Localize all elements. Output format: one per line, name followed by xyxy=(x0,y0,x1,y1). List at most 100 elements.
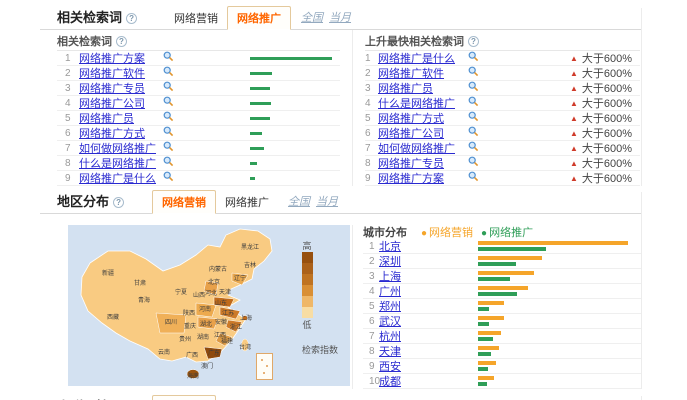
search-icon[interactable] xyxy=(468,51,479,62)
tab-wangluo-tuiguang[interactable]: 网络推广 xyxy=(216,191,278,213)
search-icon[interactable] xyxy=(163,171,174,182)
scope-period-link[interactable]: 当月 xyxy=(329,12,351,24)
province-label[interactable]: 河南 xyxy=(199,305,211,313)
city-link-anchor[interactable]: 西安 xyxy=(379,361,401,373)
province-label[interactable]: 云南 xyxy=(158,348,170,356)
search-icon[interactable] xyxy=(468,111,479,122)
city-link-anchor[interactable]: 成都 xyxy=(379,376,401,388)
province-label[interactable]: 湖北 xyxy=(200,320,212,328)
province-label[interactable]: 重庆 xyxy=(184,322,196,330)
keyword-link-anchor[interactable]: 什么是网络推广 xyxy=(79,158,156,170)
search-icon[interactable] xyxy=(163,51,174,62)
province-label[interactable]: 新疆 xyxy=(102,269,114,277)
province-label[interactable]: 贵州 xyxy=(179,335,191,343)
province-label[interactable]: 海南 xyxy=(187,372,199,380)
province-label[interactable]: 陕西 xyxy=(183,309,195,317)
province-label[interactable]: 内蒙古 xyxy=(209,265,227,273)
keyword-link-anchor[interactable]: 网络推广软件 xyxy=(79,68,145,80)
province-label[interactable]: 广西 xyxy=(186,351,198,359)
province-label[interactable]: 山西 xyxy=(193,291,205,299)
province-label[interactable]: 台湾 xyxy=(239,343,251,351)
search-icon[interactable] xyxy=(468,126,479,137)
province-label[interactable]: 湖南 xyxy=(197,333,209,341)
city-link-anchor[interactable]: 武汉 xyxy=(379,316,401,328)
province-label[interactable]: 广东 xyxy=(208,349,220,357)
province-label[interactable]: 北京 xyxy=(208,278,220,286)
keyword-link-anchor[interactable]: 网络推广是什么 xyxy=(79,173,156,185)
change-value: 大于600% xyxy=(581,53,633,65)
province-label[interactable]: 西藏 xyxy=(107,313,119,321)
arrow-up-icon: ▲ xyxy=(570,83,578,93)
city-link-anchor[interactable]: 广州 xyxy=(379,286,401,298)
section-title: 人群属性? xyxy=(40,396,124,400)
search-icon[interactable] xyxy=(468,156,479,167)
province-label[interactable]: 上海 xyxy=(240,314,252,322)
city-link-anchor[interactable]: 深圳 xyxy=(379,256,401,268)
search-icon[interactable] xyxy=(468,96,479,107)
city-link-anchor[interactable]: 天津 xyxy=(379,346,401,358)
province-label[interactable]: 浙江 xyxy=(230,323,242,331)
keyword-link-anchor[interactable]: 什么是网络推广 xyxy=(378,98,455,110)
search-icon[interactable] xyxy=(163,66,174,77)
help-icon[interactable]: ? xyxy=(126,13,138,24)
keyword-link-anchor[interactable]: 网络推广公司 xyxy=(378,128,444,140)
province-label[interactable]: 吉林 xyxy=(244,261,256,269)
scope-links: 全国 当月 xyxy=(288,193,344,213)
keyword-link-anchor[interactable]: 网络推广方案 xyxy=(378,173,444,185)
tab-wangluo-yingxiao[interactable]: 网络营销 xyxy=(165,7,227,29)
search-icon[interactable] xyxy=(468,66,479,77)
tab-wangluo-tuiguang[interactable]: 网络推广 xyxy=(227,6,292,30)
keyword-link-anchor[interactable]: 网络推广员 xyxy=(79,113,134,125)
search-icon[interactable] xyxy=(468,171,479,182)
search-icon[interactable] xyxy=(468,81,479,92)
city-link-anchor[interactable]: 上海 xyxy=(379,271,401,283)
search-icon[interactable] xyxy=(163,96,174,107)
keyword-link-anchor[interactable]: 网络推广专员 xyxy=(79,83,145,95)
province-label[interactable]: 河北 xyxy=(205,289,217,297)
province-label[interactable]: 山东 xyxy=(215,299,227,307)
province-label[interactable]: 辽宁 xyxy=(234,274,246,282)
province-label[interactable]: 江苏 xyxy=(222,309,234,317)
scope-region-link[interactable]: 全国 xyxy=(288,196,310,208)
province-label[interactable]: 天津 xyxy=(219,289,231,296)
province-label[interactable]: 宁夏 xyxy=(175,288,187,296)
keyword-link-anchor[interactable]: 网络推广软件 xyxy=(378,68,444,80)
city-link-anchor[interactable]: 郑州 xyxy=(379,301,401,313)
province-label[interactable]: 黑龙江 xyxy=(241,243,259,251)
china-map[interactable]: 黑龙江 吉林 辽宁 内蒙古 北京 天津 河北 山西 山东 江苏 上海 安徽 浙江… xyxy=(68,225,350,386)
help-icon[interactable]: ? xyxy=(113,197,125,208)
help-icon[interactable]: ? xyxy=(116,36,127,47)
index-bar xyxy=(250,101,271,105)
tab-wangluo-tuiguang[interactable]: 网络推广 xyxy=(216,396,278,400)
province-label[interactable]: 江西 xyxy=(214,332,226,339)
search-icon[interactable] xyxy=(163,141,174,152)
keyword-link-anchor[interactable]: 网络推广方案 xyxy=(79,53,145,65)
tab-wangluo-yingxiao[interactable]: 网络营销 xyxy=(152,395,217,400)
search-icon[interactable] xyxy=(468,141,479,152)
search-icon[interactable] xyxy=(163,126,174,137)
promotion-bar xyxy=(478,352,491,356)
city-link-anchor[interactable]: 北京 xyxy=(379,241,401,253)
dot-icon: ● xyxy=(481,228,488,239)
keyword-link-anchor[interactable]: 网络推广公司 xyxy=(79,98,145,110)
keyword-link-anchor[interactable]: 网络推广专员 xyxy=(378,158,444,170)
province-label[interactable]: 澳门 xyxy=(201,362,213,370)
tab-wangluo-yingxiao[interactable]: 网络营销 xyxy=(152,190,217,214)
keyword-link-anchor[interactable]: 如何做网络推广 xyxy=(378,143,455,155)
keyword-link-anchor[interactable]: 网络推广方式 xyxy=(79,128,145,140)
province-label[interactable]: 安徽 xyxy=(215,318,227,326)
search-icon[interactable] xyxy=(163,156,174,167)
keyword-link-anchor[interactable]: 网络推广是什么 xyxy=(378,53,455,65)
province-label[interactable]: 青海 xyxy=(138,296,150,304)
city-link-anchor[interactable]: 杭州 xyxy=(379,331,401,343)
help-icon[interactable]: ? xyxy=(468,36,479,47)
search-icon[interactable] xyxy=(163,111,174,122)
scope-period-link[interactable]: 当月 xyxy=(316,196,338,208)
scope-region-link[interactable]: 全国 xyxy=(301,12,323,24)
province-label[interactable]: 甘肃 xyxy=(134,279,146,287)
keyword-link-anchor[interactable]: 网络推广方式 xyxy=(378,113,444,125)
province-label[interactable]: 四川 xyxy=(165,319,177,326)
search-icon[interactable] xyxy=(163,81,174,92)
keyword-link-anchor[interactable]: 网络推广员 xyxy=(378,83,433,95)
keyword-link-anchor[interactable]: 如何做网络推广 xyxy=(79,143,156,155)
